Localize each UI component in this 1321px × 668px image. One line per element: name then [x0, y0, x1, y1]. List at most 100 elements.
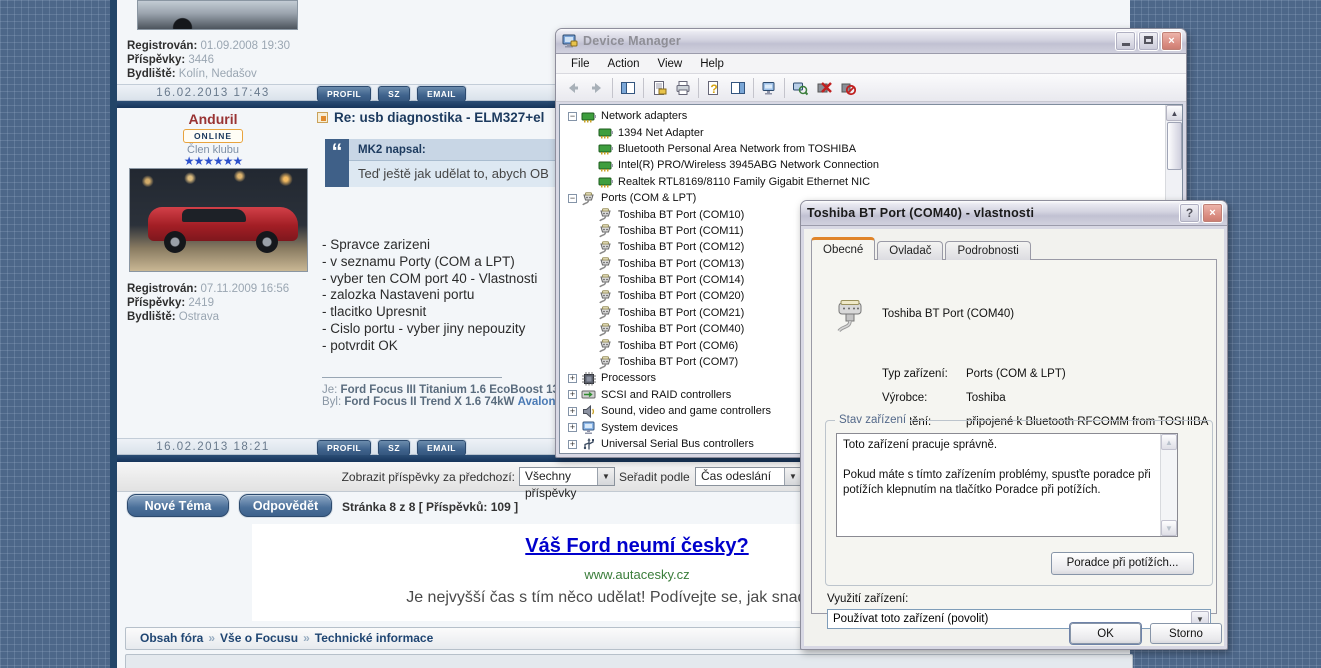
- help-icon[interactable]: ?: [702, 76, 726, 100]
- system-icon: [581, 420, 597, 435]
- post-body-line: - vyber ten COM port 40 - Vlastnosti: [322, 271, 537, 288]
- registered-value: 01.09.2008 19:30: [201, 40, 291, 52]
- location-label: Bydliště:: [127, 311, 176, 323]
- uninstall-device-icon[interactable]: [836, 76, 860, 100]
- manufacturer-value: Toshiba: [966, 392, 1006, 404]
- quote-icon: [325, 139, 349, 187]
- tab-strip: ObecnéOvladačPodrobnosti: [811, 237, 1033, 260]
- tree-item[interactable]: Realtek RTL8169/8110 Family Gigabit Ethe…: [568, 174, 1165, 190]
- sort-by-label: Seřadit podle: [619, 470, 690, 484]
- location-value: Kolín, Nedašov: [179, 68, 257, 80]
- sz-button[interactable]: SZ: [378, 86, 410, 102]
- breadcrumb-link[interactable]: Vše o Focusu: [220, 631, 298, 645]
- processor-icon: [581, 371, 597, 386]
- port-icon: [581, 191, 597, 206]
- reply-button[interactable]: Odpovědět: [239, 494, 332, 517]
- tab-obecné[interactable]: Obecné: [811, 237, 875, 260]
- back-icon[interactable]: [561, 76, 585, 100]
- close-button[interactable]: ×: [1202, 203, 1223, 223]
- posts-row: Příspěvky: 2419: [127, 297, 214, 309]
- print-icon[interactable]: [671, 76, 695, 100]
- profil-button[interactable]: PROFIL: [317, 440, 371, 456]
- forward-icon[interactable]: [585, 76, 609, 100]
- close-button[interactable]: ×: [1161, 31, 1182, 51]
- port-icon: [598, 305, 614, 320]
- menu-view[interactable]: View: [649, 56, 692, 72]
- expand-icon[interactable]: +: [568, 440, 577, 449]
- tab-ovladač[interactable]: Ovladač: [877, 241, 943, 260]
- tree-item[interactable]: Bluetooth Personal Area Network from TOS…: [568, 141, 1165, 157]
- tree-item-label: SCSI and RAID controllers: [601, 389, 731, 401]
- show-pane-icon[interactable]: [726, 76, 750, 100]
- scroll-down-button[interactable]: ▼: [1161, 520, 1177, 536]
- scroll-up-button[interactable]: ▲: [1161, 434, 1177, 450]
- toolbar: ?: [556, 74, 1186, 102]
- dialog-title: Toshiba BT Port (COM40) - vlastnosti: [807, 206, 1177, 220]
- toolbar-separator: [612, 78, 613, 98]
- toolbar-separator: [784, 78, 785, 98]
- car-window-illustration: [182, 209, 246, 222]
- status-scrollbar[interactable]: ▲ ▼: [1160, 434, 1177, 536]
- cancel-button[interactable]: Storno: [1150, 623, 1222, 644]
- registered-row: Registrován: 07.11.2009 16:56: [127, 283, 289, 295]
- troubleshoot-button[interactable]: Poradce při potížích...: [1051, 552, 1194, 575]
- maximize-button[interactable]: [1138, 31, 1159, 51]
- dialog-titlebar[interactable]: Toshiba BT Port (COM40) - vlastnosti ? ×: [801, 201, 1227, 226]
- display-posts-select[interactable]: Všechny příspěvky▼: [519, 467, 615, 486]
- expand-icon[interactable]: +: [568, 374, 577, 383]
- device-manager-titlebar[interactable]: Device Manager ×: [556, 29, 1186, 54]
- collapse-icon[interactable]: −: [568, 112, 577, 121]
- page-info: Stránka 8 z 8 [ Příspěvků: 109 ]: [342, 500, 518, 514]
- location-row: Bydliště: Kolín, Nedašov: [127, 68, 257, 80]
- sort-by-select[interactable]: Čas odeslání▼: [695, 467, 802, 486]
- signature-link[interactable]: Avalon: [518, 396, 556, 408]
- device-status-box: Toto zařízení pracuje správně. Pokud mát…: [836, 433, 1178, 537]
- disable-device-icon[interactable]: [812, 76, 836, 100]
- desktop-background: Registrován: 01.09.2008 19:30 Příspěvky:…: [0, 0, 1321, 668]
- tab-podrobnosti[interactable]: Podrobnosti: [945, 241, 1030, 260]
- help-button[interactable]: ?: [1179, 203, 1200, 223]
- toolbar-separator: [698, 78, 699, 98]
- device-status-text: Toto zařízení pracuje správně. Pokud mát…: [843, 438, 1155, 498]
- tree-item-label: Universal Serial Bus controllers: [601, 438, 754, 450]
- properties-icon[interactable]: [647, 76, 671, 100]
- breadcrumb-separator: »: [303, 631, 310, 645]
- tree-item[interactable]: −Network adapters: [568, 108, 1165, 124]
- menu-bar: FileActionViewHelp: [556, 54, 1186, 74]
- scroll-up-button[interactable]: ▲: [1166, 105, 1183, 121]
- tree-item-label: Intel(R) PRO/Wireless 3945ABG Network Co…: [618, 159, 879, 171]
- tree-item-label: Realtek RTL8169/8110 Family Gigabit Ethe…: [618, 176, 870, 188]
- expand-icon[interactable]: +: [568, 423, 577, 432]
- collapse-icon[interactable]: −: [568, 194, 577, 203]
- post-author[interactable]: Anduril: [117, 111, 309, 127]
- breadcrumb-separator: »: [208, 631, 215, 645]
- scan-hardware-icon[interactable]: [788, 76, 812, 100]
- post-body-line: - v seznamu Porty (COM a LPT): [322, 254, 537, 271]
- menu-action[interactable]: Action: [599, 56, 649, 72]
- tree-item[interactable]: 1394 Net Adapter: [568, 124, 1165, 140]
- expand-icon[interactable]: +: [568, 390, 577, 399]
- new-topic-button[interactable]: Nové Téma: [127, 494, 229, 517]
- general-tab-page: Toshiba BT Port (COM40) Typ zařízení: Po…: [811, 259, 1217, 614]
- tree-item-label: Toshiba BT Port (COM6): [618, 340, 738, 352]
- scrollbar-thumb[interactable]: [1167, 122, 1182, 170]
- ok-button[interactable]: OK: [1070, 623, 1141, 644]
- minimize-button[interactable]: [1115, 31, 1136, 51]
- console-tree-icon[interactable]: [616, 76, 640, 100]
- usb-icon: [581, 437, 597, 452]
- profil-button[interactable]: PROFIL: [317, 86, 371, 102]
- email-button[interactable]: EMAIL: [417, 86, 466, 102]
- sz-button[interactable]: SZ: [378, 440, 410, 456]
- tree-item-label: Toshiba BT Port (COM14): [618, 274, 744, 286]
- email-button[interactable]: EMAIL: [417, 440, 466, 456]
- post-title[interactable]: Re: usb diagnostika - ELM327+el: [317, 110, 544, 125]
- expand-icon[interactable]: +: [568, 407, 577, 416]
- breadcrumb-link[interactable]: Obsah fóra: [140, 631, 203, 645]
- menu-file[interactable]: File: [562, 56, 599, 72]
- sound-icon: [581, 404, 597, 419]
- computer-icon[interactable]: [757, 76, 781, 100]
- menu-help[interactable]: Help: [691, 56, 733, 72]
- network-adapter-icon: [598, 141, 614, 156]
- tree-item[interactable]: Intel(R) PRO/Wireless 3945ABG Network Co…: [568, 157, 1165, 173]
- breadcrumb-link[interactable]: Technické informace: [315, 631, 434, 645]
